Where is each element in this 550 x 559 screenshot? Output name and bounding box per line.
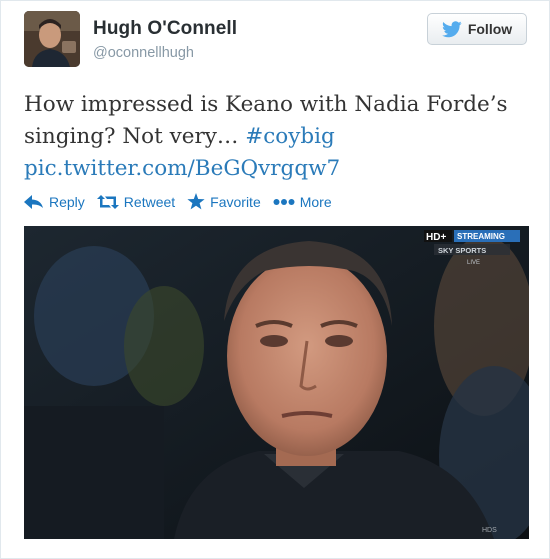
favorite-label: Favorite — [210, 193, 261, 210]
user-name[interactable]: Hugh O'Connell — [93, 18, 237, 40]
more-label: More — [299, 193, 332, 210]
more-button[interactable]: More — [273, 193, 332, 210]
corner-mark: HDS — [482, 527, 497, 534]
tweet-actions: Reply Retweet Favorite More — [24, 193, 344, 210]
avatar[interactable] — [24, 11, 80, 67]
badge-broadcaster: SKY SPORTS — [438, 246, 486, 255]
tweet-card: Hugh O'Connell @oconnellhugh Follow How … — [0, 0, 550, 559]
user-handle[interactable]: @oconnellhugh — [93, 45, 194, 61]
hashtag-link[interactable]: #coybig — [245, 124, 335, 149]
reply-button[interactable]: Reply — [24, 193, 85, 210]
badge-hd: HD+ — [426, 232, 446, 243]
retweet-button[interactable]: Retweet — [96, 193, 176, 210]
favorite-button[interactable]: Favorite — [187, 193, 261, 210]
avatar-photo-icon — [24, 11, 80, 67]
follow-label: Follow — [467, 21, 513, 37]
reply-icon — [24, 194, 43, 209]
more-dots-icon — [273, 198, 295, 205]
photo-image: HD+ STREAMING SKY SPORTS LIVE HDS — [24, 226, 529, 539]
star-icon — [187, 193, 205, 210]
follow-button[interactable]: Follow — [427, 13, 527, 45]
tweet-media-photo[interactable]: HD+ STREAMING SKY SPORTS LIVE HDS — [24, 226, 529, 539]
badge-streaming: STREAMING — [457, 232, 505, 241]
reply-label: Reply — [49, 193, 85, 210]
badge-live: LIVE — [467, 260, 480, 266]
tweet-text: How impressed is Keano with Nadia Forde’… — [24, 89, 534, 185]
media-link[interactable]: pic.twitter.com/BeGQvrgqw7 — [24, 156, 340, 181]
retweet-label: Retweet — [123, 193, 176, 210]
twitter-bird-icon — [441, 20, 462, 37]
retweet-icon — [96, 194, 119, 209]
